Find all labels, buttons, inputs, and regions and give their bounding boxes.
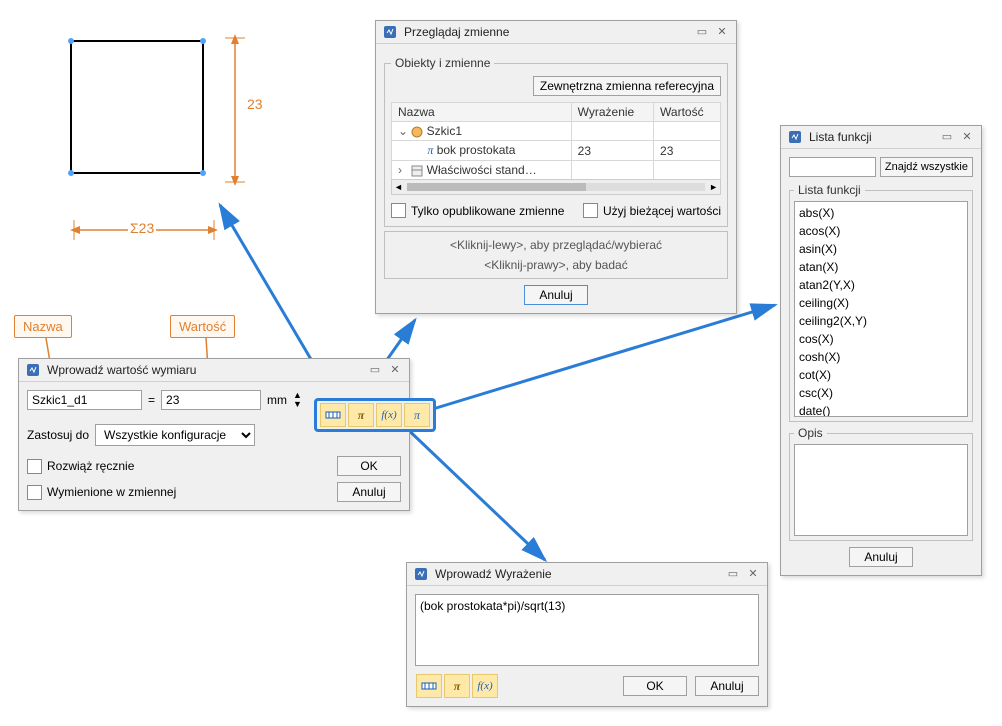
horizontal-scrollbar[interactable]: ◄ ► (391, 179, 721, 195)
list-item[interactable]: abs(X) (799, 204, 963, 222)
list-item[interactable]: cos(X) (799, 330, 963, 348)
equals-label: = (148, 393, 155, 407)
apply-to-label: Zastosuj do (27, 428, 89, 442)
dimension-vertical: 23 (225, 30, 265, 193)
expression-textarea[interactable]: (bok prostokata*pi)/sqrt(13) (415, 594, 759, 666)
pi-icon[interactable]: π (348, 403, 374, 427)
list-item[interactable]: date() (799, 402, 963, 417)
function-search-input[interactable] (789, 157, 876, 177)
minimize-icon[interactable]: ▭ (367, 363, 383, 377)
cancel-button[interactable]: Anuluj (337, 482, 401, 502)
function-listbox[interactable]: abs(X)acos(X)asin(X)atan(X)atan2(Y,X)cei… (794, 201, 968, 417)
dialog-title: Wprowadź wartość wymiaru (47, 363, 363, 377)
pi-icon[interactable]: π (444, 674, 470, 698)
table-row[interactable]: › Właściwości stand… (392, 161, 721, 180)
app-icon (382, 24, 398, 40)
unit-label: mm (267, 393, 287, 407)
ok-button[interactable]: OK (337, 456, 401, 476)
enter-expression-dialog: Wprowadź Wyrażenie ▭ ✕ (bok prostokata*p… (406, 562, 768, 707)
annotation-wartosc: Wartość (170, 315, 235, 338)
function-list-legend: Lista funkcji (794, 183, 865, 197)
list-item[interactable]: cosh(X) (799, 348, 963, 366)
dimension-toolbar: π f(x) π (314, 398, 436, 432)
list-item[interactable]: csc(X) (799, 384, 963, 402)
hint-right-click: <Kliknij-prawy>, aby badać (391, 258, 721, 272)
dimension-horizontal: Σ23 (66, 210, 226, 253)
description-legend: Opis (794, 426, 827, 440)
dialog-title: Lista funkcji (809, 130, 935, 144)
measure-icon[interactable] (416, 674, 442, 698)
dialog-title: Wprowadź Wyrażenie (435, 567, 721, 581)
dialog-title: Przeglądaj zmienne (404, 25, 690, 39)
sketch-area (70, 40, 204, 174)
close-icon[interactable]: ✕ (745, 567, 761, 581)
list-item[interactable]: ceiling2(X,Y) (799, 312, 963, 330)
external-reference-variable-button[interactable]: Zewnętrzna zmienna referecyjna (533, 76, 721, 96)
cancel-button[interactable]: Anuluj (524, 285, 588, 305)
close-icon[interactable]: ✕ (387, 363, 403, 377)
value-spinner[interactable]: ▲▼ (293, 391, 302, 409)
app-icon (413, 566, 429, 582)
pi-alt-icon[interactable]: π (404, 403, 430, 427)
minimize-icon[interactable]: ▭ (725, 567, 741, 581)
app-icon (25, 362, 41, 378)
apply-to-select[interactable]: Wszystkie konfiguracje (95, 424, 255, 446)
hint-left-click: <Kliknij-lewy>, aby przeglądać/wybierać (391, 238, 721, 252)
col-expression[interactable]: Wyrażenie (571, 103, 653, 122)
function-list-dialog: Lista funkcji ▭ ✕ Znajdź wszystkie Lista… (780, 125, 982, 576)
list-item[interactable]: ceiling(X) (799, 294, 963, 312)
minimize-icon[interactable]: ▭ (694, 25, 710, 39)
find-all-button[interactable]: Znajdź wszystkie (880, 157, 973, 177)
objects-variables-legend: Obiekty i zmienne (391, 56, 494, 70)
cancel-button[interactable]: Anuluj (849, 547, 913, 567)
app-icon (787, 129, 803, 145)
variables-table: Nazwa Wyrażenie Wartość ⌄ Szkic1 π bok p… (391, 102, 721, 180)
browse-variables-dialog: Przeglądaj zmienne ▭ ✕ Obiekty i zmienne… (375, 20, 737, 314)
dimension-horizontal-value: Σ23 (128, 220, 156, 236)
cancel-button[interactable]: Anuluj (695, 676, 759, 696)
table-row[interactable]: π bok prostokata2323 (392, 141, 721, 161)
col-value[interactable]: Wartość (654, 103, 721, 122)
list-item[interactable]: asin(X) (799, 240, 963, 258)
fx-icon[interactable]: f(x) (376, 403, 402, 427)
list-item[interactable]: atan2(Y,X) (799, 276, 963, 294)
annotation-nazwa: Nazwa (14, 315, 72, 338)
dimension-name-input[interactable] (27, 390, 142, 410)
use-current-value-checkbox[interactable]: Użyj bieżącej wartości (583, 201, 721, 220)
table-row[interactable]: ⌄ Szkic1 (392, 122, 721, 141)
sketch-rectangle (70, 40, 204, 174)
list-item[interactable]: acos(X) (799, 222, 963, 240)
close-icon[interactable]: ✕ (714, 25, 730, 39)
dimension-value-input[interactable] (161, 390, 261, 410)
ok-button[interactable]: OK (623, 676, 687, 696)
list-item[interactable]: cot(X) (799, 366, 963, 384)
list-item[interactable]: atan(X) (799, 258, 963, 276)
dimension-vertical-value: 23 (247, 96, 263, 112)
measure-icon[interactable] (320, 403, 346, 427)
minimize-icon[interactable]: ▭ (939, 130, 955, 144)
only-published-checkbox[interactable]: Tylko opublikowane zmienne (391, 201, 564, 220)
close-icon[interactable]: ✕ (959, 130, 975, 144)
solve-manually-checkbox[interactable]: Rozwiąż ręcznie (27, 457, 134, 476)
listed-in-variable-checkbox[interactable]: Wymienione w zmiennej (27, 483, 176, 502)
enter-dimension-value-dialog: Wprowadź wartość wymiaru ▭ ✕ = mm ▲▼ Zas… (18, 358, 410, 511)
fx-icon[interactable]: f(x) (472, 674, 498, 698)
col-name[interactable]: Nazwa (392, 103, 572, 122)
function-description-box (794, 444, 968, 536)
